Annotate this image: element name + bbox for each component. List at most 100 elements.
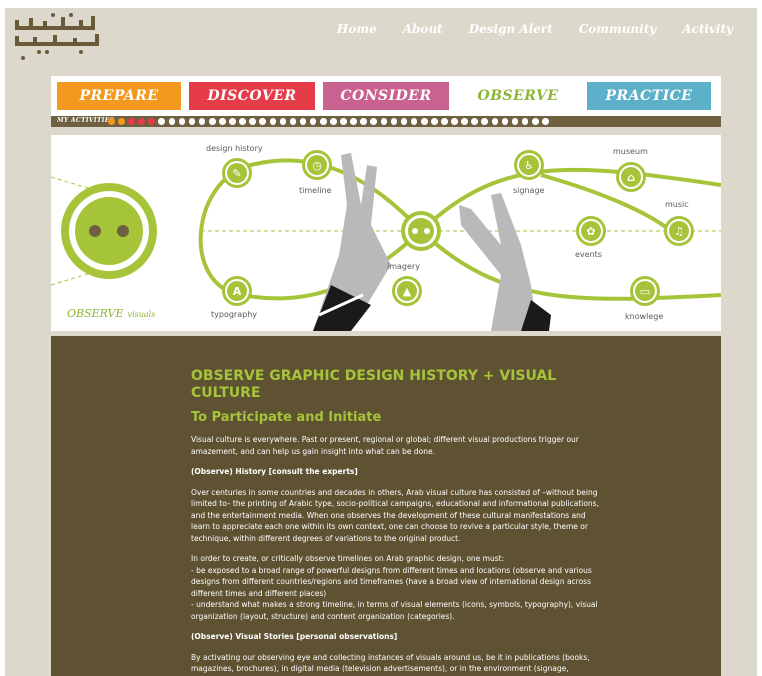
- nav-activity[interactable]: Activity: [682, 22, 733, 36]
- activity-dot[interactable]: [521, 118, 529, 125]
- timelines-point-2: - understand what makes a strong timelin…: [191, 600, 598, 621]
- activity-dot[interactable]: [431, 118, 438, 125]
- activity-dot[interactable]: [168, 118, 176, 125]
- page-background: Home About Design Alert Community Activi…: [5, 8, 757, 676]
- activity-dot[interactable]: [279, 118, 287, 125]
- node-label-events: events: [575, 250, 602, 259]
- paragraph-history: Over centuries in some countries and dec…: [191, 487, 599, 543]
- node-label-signage: signage: [513, 186, 545, 195]
- activity-dot[interactable]: [511, 118, 519, 125]
- svg-text:▲: ▲: [403, 285, 412, 298]
- signage-icon[interactable]: ♿: [514, 150, 544, 180]
- hand-right-image: [459, 193, 551, 331]
- node-label-knowledge: knowlege: [625, 312, 663, 321]
- heading-stories: (Observe) Visual Stories [personal obser…: [191, 632, 398, 641]
- activity-dot[interactable]: [239, 118, 246, 125]
- activity-dot[interactable]: [400, 118, 408, 125]
- tab-practice[interactable]: PRACTICE: [587, 82, 711, 110]
- activity-dot[interactable]: [188, 118, 196, 125]
- article: OBSERVE GRAPHIC DESIGN HISTORY + VISUAL …: [191, 368, 601, 676]
- node-label-imagery: imagery: [387, 262, 420, 271]
- activity-dot[interactable]: [269, 118, 277, 125]
- activity-dot[interactable]: [299, 118, 307, 125]
- activity-dot[interactable]: [410, 118, 418, 125]
- node-label-design-history: design history: [206, 144, 263, 153]
- svg-text:A: A: [233, 285, 242, 298]
- node-label-typography: typography: [211, 310, 257, 319]
- activity-dots: [108, 118, 549, 125]
- activity-dot[interactable]: [481, 118, 489, 125]
- design-history-icon[interactable]: ✎: [222, 158, 252, 188]
- article-intro: Visual culture is everywhere. Past or pr…: [191, 435, 579, 456]
- activity-dot[interactable]: [249, 118, 256, 125]
- tab-prepare[interactable]: PREPARE: [57, 82, 181, 110]
- svg-text:♫: ♫: [674, 225, 684, 238]
- activity-dot[interactable]: [330, 118, 337, 125]
- typography-icon[interactable]: A: [222, 276, 252, 306]
- imagery-icon[interactable]: ▲: [392, 276, 422, 306]
- main-content: PREPARE DISCOVER CONSIDER OBSERVE PRACTI…: [50, 76, 722, 676]
- activity-dot[interactable]: [420, 118, 428, 125]
- museum-icon[interactable]: ⌂: [616, 162, 646, 192]
- activity-dot[interactable]: [118, 118, 125, 125]
- timeline-icon[interactable]: ◷: [302, 150, 332, 180]
- activity-dot[interactable]: [390, 118, 398, 125]
- activities-label: MY ACTIVITIES: [57, 117, 115, 124]
- observe-eye-icon: [61, 183, 157, 279]
- activity-dot[interactable]: [178, 118, 186, 125]
- nav-community[interactable]: Community: [579, 22, 656, 36]
- activity-dot[interactable]: [471, 118, 478, 125]
- svg-text:⌂: ⌂: [627, 171, 635, 184]
- node-label-museum: museum: [613, 147, 648, 156]
- activity-dot[interactable]: [319, 118, 327, 125]
- activity-dot[interactable]: [198, 118, 206, 125]
- activity-dot[interactable]: [451, 118, 458, 125]
- activity-dot[interactable]: [461, 118, 468, 125]
- timelines-intro: In order to create, or critically observ…: [191, 554, 505, 563]
- article-panel: OBSERVE GRAPHIC DESIGN HISTORY + VISUAL …: [51, 336, 721, 676]
- activity-dot[interactable]: [289, 118, 297, 125]
- hand-left-image: [313, 153, 391, 331]
- activity-dot[interactable]: [219, 118, 226, 125]
- nav-design-alert[interactable]: Design Alert: [469, 22, 553, 36]
- activity-dot[interactable]: [531, 118, 539, 125]
- node-label-music: music: [665, 200, 689, 209]
- activity-dot[interactable]: [148, 118, 155, 125]
- site-logo[interactable]: [9, 12, 105, 62]
- activity-dot[interactable]: [441, 118, 448, 125]
- activity-dot[interactable]: [208, 118, 216, 125]
- activity-dot[interactable]: [491, 118, 499, 125]
- illustration-caption: OBSERVE visuals: [67, 307, 155, 320]
- svg-text:▭: ▭: [640, 285, 650, 298]
- activity-dot[interactable]: [309, 118, 317, 125]
- activity-dot[interactable]: [370, 118, 378, 125]
- activity-dot[interactable]: [108, 118, 115, 125]
- tab-observe[interactable]: OBSERVE: [455, 82, 581, 110]
- tab-discover[interactable]: DISCOVER: [189, 82, 315, 110]
- nav-about[interactable]: About: [403, 22, 443, 36]
- music-icon[interactable]: ♫: [664, 216, 694, 246]
- center-eye-icon: [401, 211, 441, 251]
- activity-dot[interactable]: [350, 118, 357, 125]
- activity-dot[interactable]: [138, 118, 145, 125]
- activity-dot[interactable]: [501, 118, 509, 125]
- activities-bar: MY ACTIVITIES: [51, 116, 721, 127]
- knowledge-icon[interactable]: ▭: [630, 276, 660, 306]
- caption-sub: visuals: [128, 310, 156, 319]
- activity-dot[interactable]: [340, 118, 347, 125]
- activity-dot[interactable]: [158, 118, 166, 125]
- activity-dot[interactable]: [360, 118, 367, 125]
- activity-dot[interactable]: [380, 118, 388, 125]
- tab-consider[interactable]: CONSIDER: [323, 82, 449, 110]
- svg-text:♿: ♿: [524, 159, 534, 172]
- activity-dot[interactable]: [259, 118, 266, 125]
- activity-dot[interactable]: [229, 118, 236, 125]
- svg-text:◷: ◷: [312, 159, 322, 172]
- activity-dot[interactable]: [128, 118, 135, 125]
- events-icon[interactable]: ✿: [576, 216, 606, 246]
- activity-dot[interactable]: [542, 118, 549, 125]
- paragraph-timelines: In order to create, or critically observ…: [191, 553, 601, 622]
- nav-home[interactable]: Home: [337, 22, 377, 36]
- top-nav: Home About Design Alert Community Activi…: [337, 22, 733, 36]
- heading-history: (Observe) History [consult the experts]: [191, 467, 358, 476]
